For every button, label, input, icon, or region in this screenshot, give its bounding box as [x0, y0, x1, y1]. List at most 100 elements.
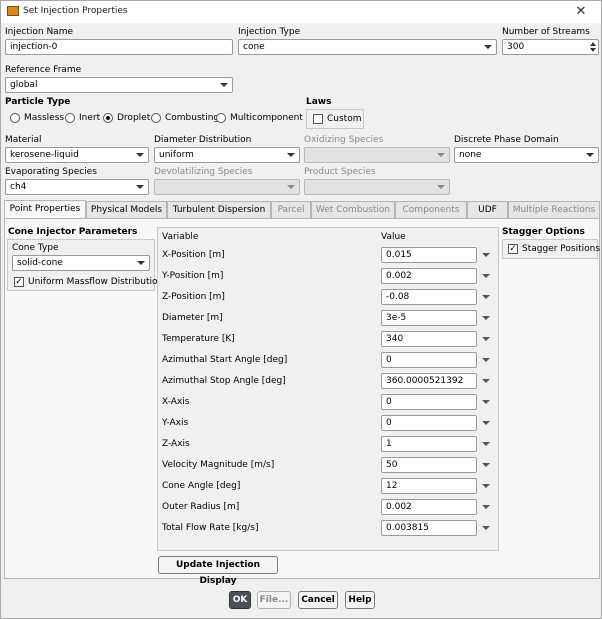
spin-up-icon[interactable] — [590, 42, 596, 46]
evaporating-species-dropdown[interactable]: ch4 — [5, 179, 149, 195]
combusting-radio[interactable] — [151, 113, 161, 123]
variable-value-input[interactable]: 340 — [381, 331, 477, 347]
variable-value-input[interactable]: 0.002 — [381, 499, 477, 515]
file-button: File... — [257, 591, 291, 609]
chevron-down-icon — [287, 185, 295, 189]
chevron-down-icon[interactable] — [482, 421, 490, 425]
tab-multiple-reactions: Multiple Reactions — [508, 201, 600, 218]
variable-name: Azimuthal Start Angle [deg] — [162, 355, 288, 365]
discrete-phase-domain-label: Discrete Phase Domain — [454, 135, 559, 145]
cone-type-dropdown[interactable]: solid-cone — [12, 255, 150, 271]
close-icon[interactable]: ✕ — [569, 3, 593, 21]
help-button[interactable]: Help — [345, 591, 375, 609]
tab-physical-models[interactable]: Physical Models — [86, 201, 167, 218]
value-header: Value — [381, 232, 406, 242]
chevron-down-icon[interactable] — [482, 442, 490, 446]
tab-bar: Point Properties Physical Models Turbule… — [4, 200, 600, 218]
chevron-down-icon — [586, 153, 594, 157]
chevron-down-icon[interactable] — [482, 316, 490, 320]
cancel-button[interactable]: Cancel — [298, 591, 338, 609]
chevron-down-icon[interactable] — [482, 358, 490, 362]
chevron-down-icon[interactable] — [482, 274, 490, 278]
variable-name: X-Position [m] — [162, 250, 225, 260]
variable-value-input[interactable]: 360.0000521392 — [381, 373, 477, 389]
chevron-down-icon[interactable] — [482, 526, 490, 530]
product-species-label: Product Species — [304, 167, 376, 177]
variable-value-input[interactable]: 0.015 — [381, 247, 477, 263]
update-injection-display-button[interactable]: Update Injection Display — [158, 556, 278, 586]
variable-name: X-Axis — [162, 397, 190, 407]
discrete-phase-domain-dropdown[interactable]: none — [454, 147, 599, 163]
chevron-down-icon[interactable] — [482, 505, 490, 509]
multicomponent-radio[interactable] — [216, 113, 226, 123]
custom-checkbox[interactable] — [313, 114, 323, 124]
uniform-massflow-checkbox[interactable]: ✓ — [14, 277, 24, 287]
stagger-options-box: ✓ Stagger Positions — [502, 239, 600, 259]
variable-name: Velocity Magnitude [m/s] — [162, 460, 275, 470]
diameter-distribution-label: Diameter Distribution — [154, 135, 252, 145]
material-dropdown[interactable]: kerosene-liquid — [5, 147, 149, 163]
chevron-down-icon — [220, 83, 228, 87]
custom-label: Custom — [327, 114, 362, 124]
chevron-down-icon — [484, 45, 492, 49]
variable-value-input[interactable]: 50 — [381, 457, 477, 473]
variable-value-input[interactable]: 12 — [381, 478, 477, 494]
reference-frame-dropdown[interactable]: global — [5, 77, 233, 93]
chevron-down-icon — [136, 153, 144, 157]
chevron-down-icon[interactable] — [482, 484, 490, 488]
point-properties-panel: Cone Injector Parameters Cone Type solid… — [4, 218, 600, 586]
chevron-down-icon[interactable] — [482, 337, 490, 341]
tab-turbulent-dispersion[interactable]: Turbulent Dispersion — [167, 201, 271, 218]
chevron-down-icon — [437, 185, 445, 189]
stagger-positions-checkbox[interactable]: ✓ — [508, 244, 518, 254]
massless-radio[interactable] — [10, 113, 20, 123]
variable-value-input[interactable]: 3e-5 — [381, 310, 477, 326]
injection-type-dropdown[interactable]: cone — [238, 39, 497, 55]
inert-radio[interactable] — [65, 113, 75, 123]
evaporating-species-value: ch4 — [10, 182, 27, 192]
massless-label: Massless — [24, 113, 65, 123]
droplet-radio[interactable] — [103, 113, 113, 123]
title-bar: Set Injection Properties ✕ — [1, 1, 601, 23]
oxidizing-species-label: Oxidizing Species — [304, 135, 384, 145]
uniform-massflow-label: Uniform Massflow Distribution — [28, 277, 164, 287]
inert-label: Inert — [79, 113, 101, 123]
droplet-label: Droplet — [117, 113, 151, 123]
evaporating-species-label: Evaporating Species — [5, 167, 97, 177]
chevron-down-icon — [137, 261, 145, 265]
number-of-streams-label: Number of Streams — [502, 27, 590, 37]
variable-value-input[interactable]: 1 — [381, 436, 477, 452]
ok-button[interactable]: OK — [229, 591, 251, 609]
chevron-down-icon[interactable] — [482, 253, 490, 257]
chevron-down-icon — [136, 185, 144, 189]
variable-name: Diameter [m] — [162, 313, 223, 323]
variable-value-input[interactable]: -0.08 — [381, 289, 477, 305]
variable-value-input[interactable]: 0.002 — [381, 268, 477, 284]
chevron-down-icon[interactable] — [482, 379, 490, 383]
tab-point-properties[interactable]: Point Properties — [4, 200, 86, 218]
chevron-down-icon[interactable] — [482, 400, 490, 404]
spin-down-icon[interactable] — [590, 48, 596, 52]
devolatilizing-species-dropdown — [154, 179, 300, 195]
material-value: kerosene-liquid — [10, 150, 79, 160]
variable-value-input[interactable]: 0 — [381, 394, 477, 410]
oxidizing-species-dropdown — [304, 147, 450, 163]
tab-wet-combustion: Wet Combustion — [311, 201, 395, 218]
cone-type-label: Cone Type — [12, 243, 59, 253]
variable-value-input[interactable]: 0.003815 — [381, 520, 477, 536]
diameter-distribution-dropdown[interactable]: uniform — [154, 147, 300, 163]
variable-name: Temperature [K] — [162, 334, 235, 344]
variable-value-input[interactable]: 0 — [381, 415, 477, 431]
variable-value-input[interactable]: 0 — [381, 352, 477, 368]
injection-name-input[interactable]: injection-0 — [5, 39, 233, 55]
variable-name: Cone Angle [deg] — [162, 481, 241, 491]
injection-name-label: Injection Name — [5, 27, 73, 37]
tab-udf[interactable]: UDF — [467, 201, 508, 218]
chevron-down-icon[interactable] — [482, 463, 490, 467]
chevron-down-icon[interactable] — [482, 295, 490, 299]
tab-parcel: Parcel — [271, 201, 311, 218]
particle-type-label: Particle Type — [5, 97, 71, 107]
number-of-streams-input[interactable]: 300 — [502, 39, 599, 55]
dialog-window: Set Injection Properties ✕ Injection Nam… — [0, 0, 602, 619]
product-species-dropdown — [304, 179, 450, 195]
